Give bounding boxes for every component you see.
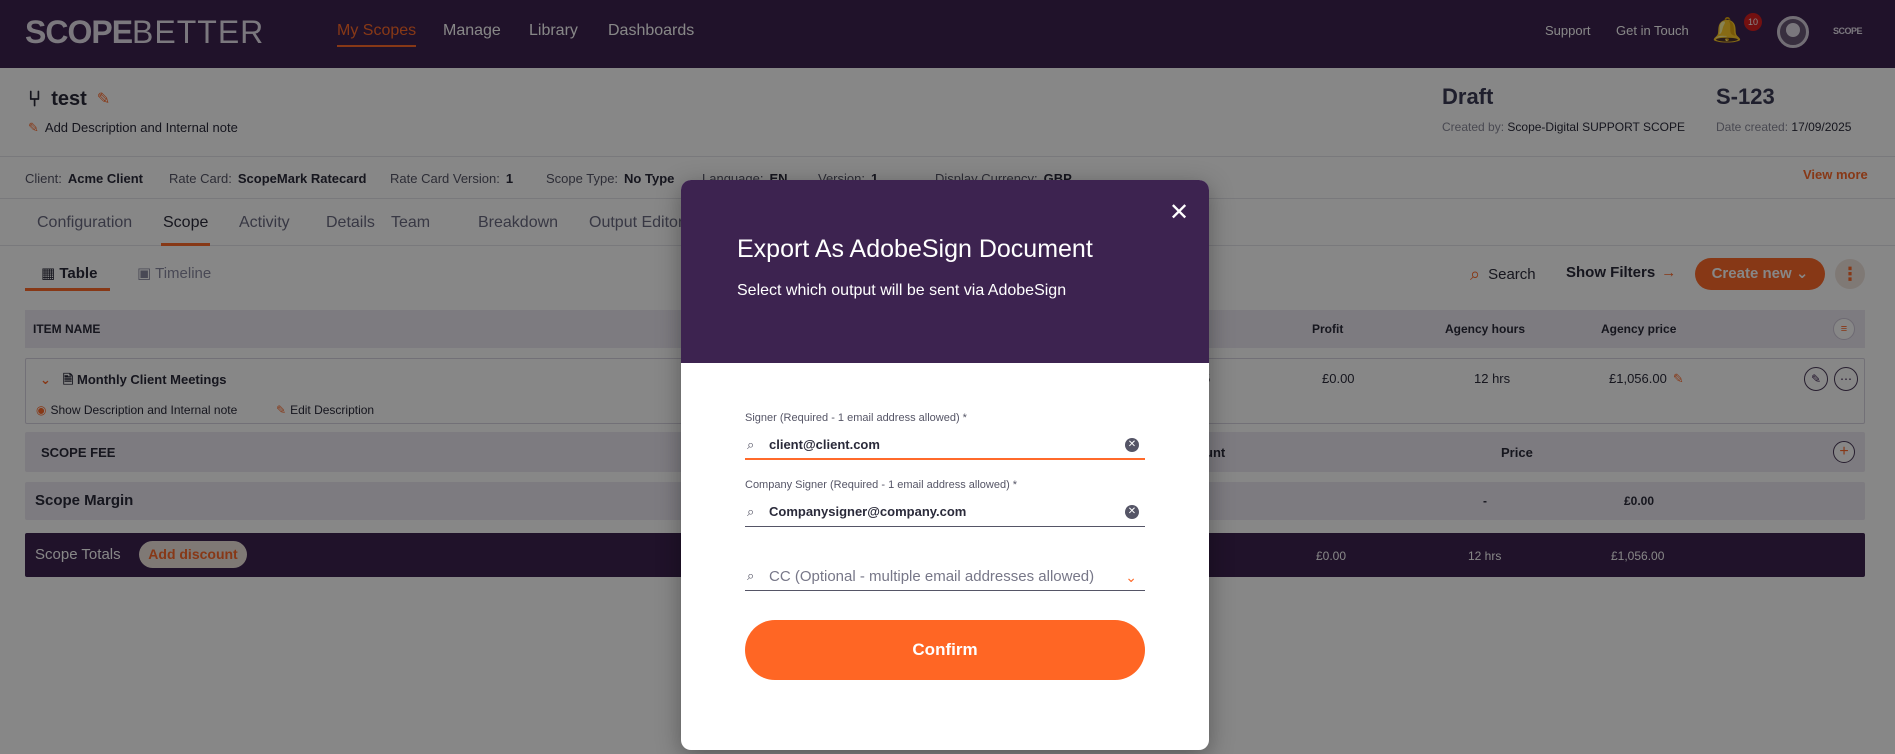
modal-title: Export As AdobeSign Document bbox=[737, 235, 1093, 263]
signer-input[interactable]: ⌕ client@client.com ✕ bbox=[745, 430, 1145, 460]
search-icon: ⌕ bbox=[747, 504, 755, 519]
cc-input[interactable]: ⌕ CC (Optional - multiple email addresse… bbox=[745, 561, 1145, 591]
modal-header: Export As AdobeSign Document Select whic… bbox=[681, 180, 1209, 363]
company-signer-value: Companysigner@company.com bbox=[769, 504, 967, 519]
modal-subtitle: Select which output will be sent via Ado… bbox=[737, 282, 1067, 299]
company-signer-input[interactable]: ⌕ Companysigner@company.com ✕ bbox=[745, 497, 1145, 527]
clear-icon[interactable]: ✕ bbox=[1125, 505, 1139, 519]
search-icon: ⌕ bbox=[747, 568, 755, 583]
confirm-button[interactable]: Confirm bbox=[745, 620, 1145, 680]
company-signer-label: Company Signer (Required - 1 email addre… bbox=[745, 479, 1018, 491]
chevron-down-icon[interactable]: ⌄ bbox=[1125, 569, 1137, 586]
signer-field: Signer (Required - 1 email address allow… bbox=[745, 412, 1145, 460]
company-signer-field: Company Signer (Required - 1 email addre… bbox=[745, 479, 1145, 527]
cc-field: ⌕ CC (Optional - multiple email addresse… bbox=[745, 555, 1145, 591]
search-icon: ⌕ bbox=[747, 437, 755, 452]
export-adobesign-modal: Export As AdobeSign Document Select whic… bbox=[681, 180, 1209, 750]
signer-value: client@client.com bbox=[769, 437, 880, 452]
clear-icon[interactable]: ✕ bbox=[1125, 438, 1139, 452]
cc-placeholder: CC (Optional - multiple email addresses … bbox=[769, 568, 1095, 585]
close-icon[interactable]: ✕ bbox=[1166, 200, 1192, 226]
signer-label: Signer (Required - 1 email address allow… bbox=[745, 412, 967, 424]
